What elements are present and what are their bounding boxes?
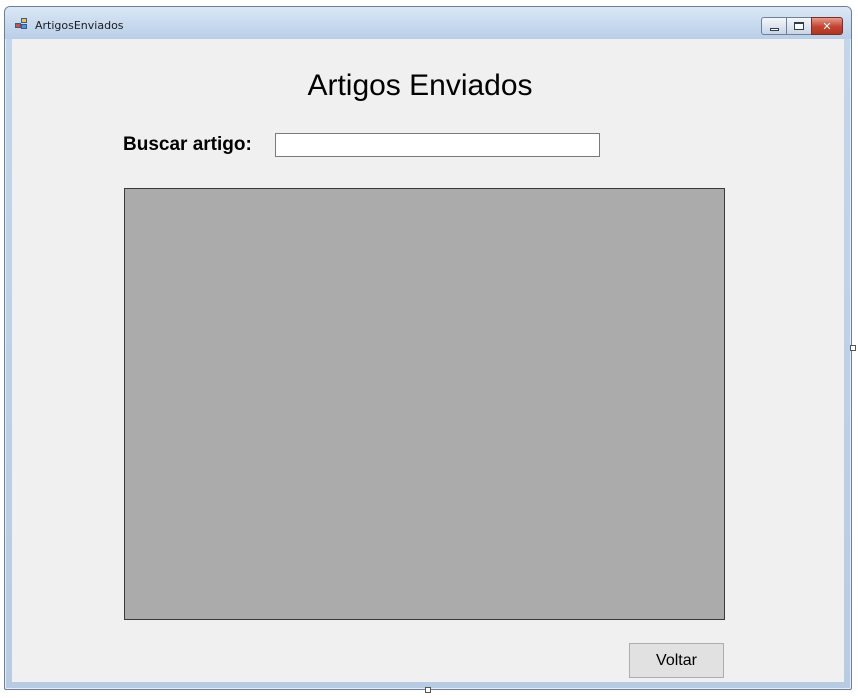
application-icon <box>15 18 29 30</box>
close-button[interactable]: ✕ <box>811 17 843 35</box>
caption-buttons: ✕ <box>761 17 843 35</box>
minimize-icon <box>769 27 779 31</box>
window-title: ArtigosEnviados <box>35 19 124 32</box>
search-input[interactable] <box>275 133 600 157</box>
title-bar[interactable]: ArtigosEnviados ✕ <box>5 7 851 39</box>
resize-handle-bottom[interactable] <box>425 687 431 693</box>
back-button[interactable]: Voltar <box>629 643 724 678</box>
minimize-button[interactable] <box>761 17 786 35</box>
form-window: ArtigosEnviados ✕ Artigos Enviados Busca… <box>4 6 852 690</box>
page-title: Artigos Enviados <box>307 69 533 102</box>
search-label: Buscar artigo: <box>123 134 252 155</box>
maximize-button[interactable] <box>786 17 811 35</box>
form-client-area: Artigos Enviados Buscar artigo: Voltar <box>12 39 844 682</box>
close-icon: ✕ <box>822 19 832 33</box>
articles-grid[interactable] <box>124 188 725 620</box>
maximize-icon <box>794 22 804 30</box>
resize-handle-right[interactable] <box>850 345 856 351</box>
